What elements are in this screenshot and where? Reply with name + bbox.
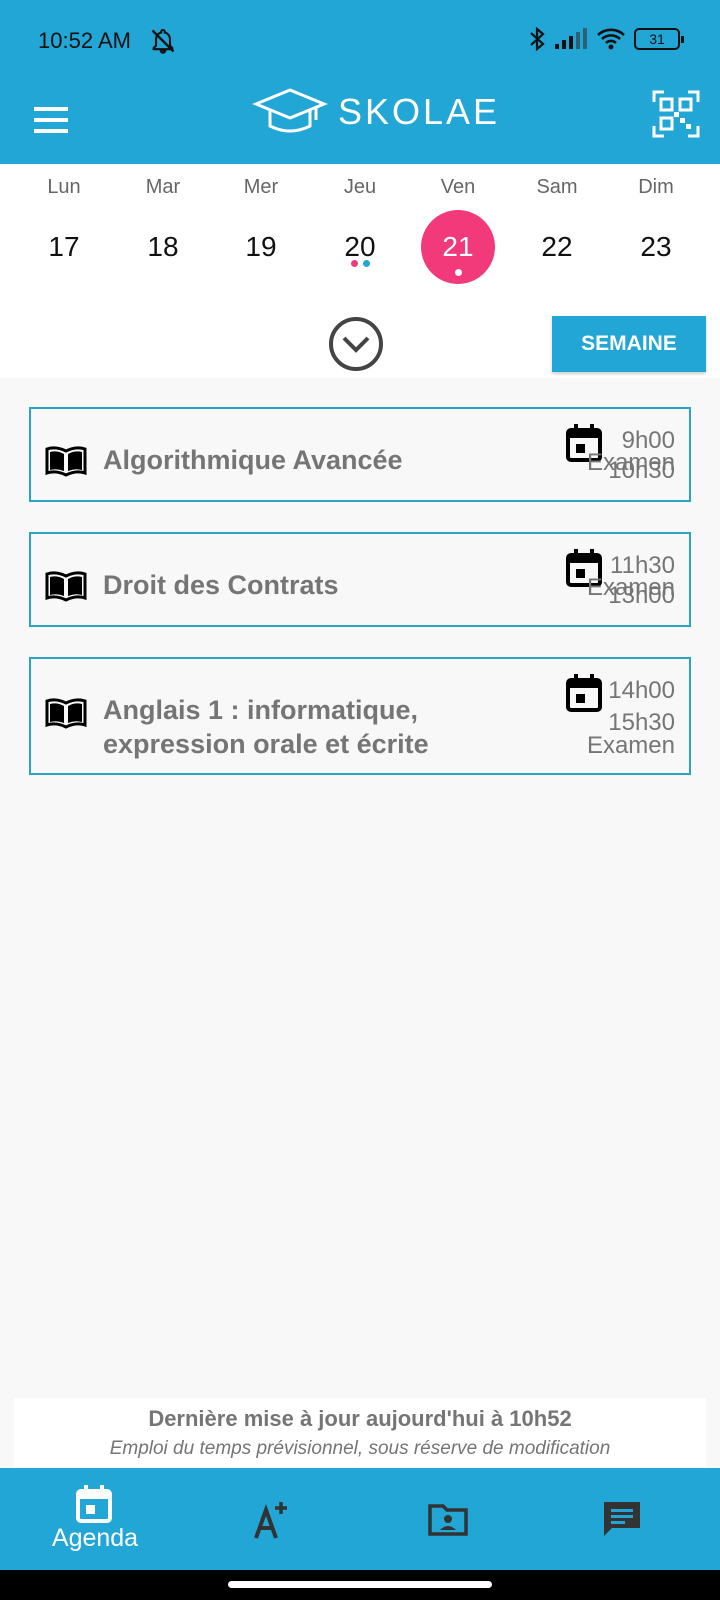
- event-dot-pink: [350, 260, 358, 267]
- schedule-disclaimer: Emploi du temps prévisionnel, sous réser…: [109, 1438, 611, 1459]
- day-mon[interactable]: Lun 17: [15, 164, 113, 284]
- nav-agenda[interactable]: Agenda: [5, 1468, 185, 1570]
- course-title: Algorithmique Avancée: [103, 445, 403, 475]
- day-number-selected: 21: [421, 210, 495, 284]
- day-wed[interactable]: Mer 19: [212, 164, 310, 284]
- day-tue[interactable]: Mar 18: [114, 164, 212, 284]
- course-type: Examen: [586, 574, 675, 601]
- course-card[interactable]: Algorithmique Avancée 9h00 10h30 Examen: [29, 407, 691, 502]
- course-title: Droit des Contrats: [103, 570, 339, 600]
- week-view-button[interactable]: SEMAINE: [552, 316, 706, 372]
- course-type: Examen: [586, 732, 675, 759]
- menu-icon[interactable]: [30, 98, 76, 144]
- app-logo: SKOLAE: [252, 84, 500, 140]
- day-label: Jeu: [343, 176, 377, 198]
- course-card[interactable]: Anglais 1 : informatique, expression ora…: [29, 657, 691, 775]
- event-dot-blue: [362, 260, 370, 267]
- course-title: Anglais 1 : informatique, expression ora…: [103, 695, 429, 759]
- week-strip: Lun 17 Mar 18 Mer 19 Jeu 20 Ven 21 Sam 2…: [0, 164, 720, 378]
- home-indicator[interactable]: [228, 1581, 492, 1588]
- battery-indicator: 31: [634, 28, 684, 50]
- day-number: 22: [541, 231, 573, 262]
- app-title: SKOLAE: [338, 91, 501, 132]
- nav-agenda-label: Agenda: [51, 1524, 139, 1552]
- day-label: Ven: [440, 176, 476, 198]
- status-bar: 10:52 AM 31: [0, 0, 720, 80]
- day-number: 20: [344, 231, 376, 262]
- day-label: Lun: [47, 176, 81, 198]
- bluetooth-icon: [530, 26, 545, 52]
- last-update-text: Dernière mise à jour aujourd'hui à 10h52: [148, 1406, 572, 1431]
- status-time: 10:52 AM: [38, 28, 131, 53]
- update-footer: Dernière mise à jour aujourd'hui à 10h52…: [14, 1398, 706, 1468]
- day-thu[interactable]: Jeu 20: [311, 164, 409, 284]
- event-dots: [311, 260, 409, 267]
- grade-plus-icon: [254, 1502, 287, 1539]
- bottom-navigation: Agenda: [0, 1468, 720, 1570]
- course-start-time: 14h00: [608, 677, 675, 704]
- nav-documents[interactable]: [358, 1468, 538, 1570]
- contact-folder-icon: [428, 1504, 468, 1536]
- qr-code-icon[interactable]: [652, 90, 700, 138]
- day-number: 18: [147, 231, 179, 262]
- graduation-cap-icon: [252, 88, 328, 133]
- bell-off-icon: [151, 28, 175, 54]
- day-number: 19: [245, 231, 277, 262]
- wifi-icon: [597, 28, 625, 50]
- day-number: 17: [48, 231, 80, 262]
- signal-icon: [555, 28, 587, 49]
- chevron-down-circle-icon[interactable]: [328, 316, 384, 372]
- day-number: 23: [640, 231, 672, 262]
- app-bar: SKOLAE: [0, 80, 720, 164]
- chat-icon: [604, 1502, 640, 1536]
- course-type: Examen: [586, 449, 675, 476]
- course-card[interactable]: Droit des Contrats 11h30 13h00 Examen: [29, 532, 691, 627]
- calendar-icon: [566, 674, 602, 712]
- day-label: Dim: [638, 176, 674, 198]
- calendar-icon: [76, 1485, 112, 1523]
- day-fri-selected[interactable]: Ven 21: [409, 164, 507, 284]
- book-icon: [45, 571, 87, 602]
- book-icon: [45, 446, 87, 477]
- day-sun[interactable]: Dim 23: [607, 164, 705, 284]
- nav-messages[interactable]: [532, 1468, 712, 1570]
- day-label: Sam: [536, 176, 578, 198]
- day-sat[interactable]: Sam 22: [508, 164, 606, 284]
- system-navigation-bar: [0, 1570, 720, 1600]
- book-icon: [45, 698, 87, 729]
- nav-grades[interactable]: [183, 1468, 363, 1570]
- day-label: Mer: [243, 176, 279, 198]
- day-label: Mar: [145, 176, 181, 198]
